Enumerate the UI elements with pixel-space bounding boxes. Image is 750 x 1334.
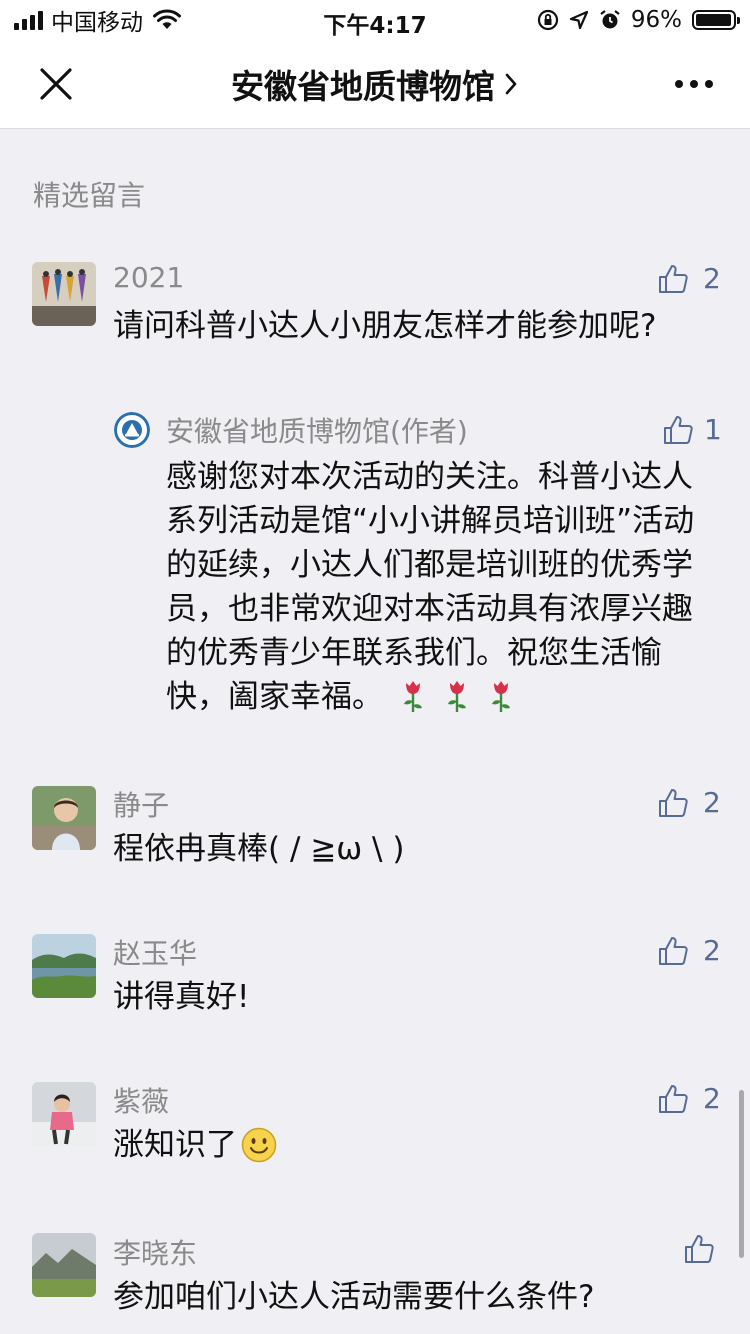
comment-text: 涨知识了 bbox=[113, 1123, 673, 1167]
status-bar: 中国移动 下午4:17 96% bbox=[0, 0, 750, 40]
section-title: 精选留言 bbox=[33, 179, 146, 212]
like-count: 2 bbox=[703, 934, 721, 967]
avatar[interactable] bbox=[32, 1082, 96, 1146]
reply-text: 感谢您对本次活动的关注。科普小达人系列活动是馆“小小讲解员培训班”活动的延续，小… bbox=[166, 455, 711, 719]
thumbs-up-icon bbox=[685, 1235, 714, 1263]
like-button[interactable]: 2 bbox=[657, 262, 721, 295]
scrollbar[interactable] bbox=[739, 1090, 744, 1258]
like-button[interactable]: 2 bbox=[657, 786, 721, 819]
comment-author: 2021 bbox=[113, 261, 185, 294]
nav-title-button[interactable]: 安徽省地质博物馆 bbox=[0, 40, 750, 128]
like-count: 2 bbox=[703, 1082, 721, 1115]
chevron-right-icon bbox=[505, 73, 517, 95]
page-title: 安徽省地质博物馆 bbox=[231, 67, 495, 106]
like-count: 2 bbox=[703, 262, 721, 295]
thumbs-up-icon bbox=[664, 415, 693, 444]
comment-author: 李晓东 bbox=[113, 1237, 198, 1270]
comment-author: 静子 bbox=[113, 789, 170, 822]
rose-emoji-icon bbox=[448, 681, 466, 712]
alarm-icon bbox=[600, 10, 620, 29]
thumbs-up-icon bbox=[659, 936, 688, 965]
like-button[interactable]: 2 bbox=[657, 1082, 721, 1115]
thumbs-up-icon bbox=[659, 788, 688, 817]
comment-text: 请问科普小达人小朋友怎样才能参加呢? bbox=[113, 308, 657, 344]
smiley-emoji-icon bbox=[241, 1127, 277, 1163]
comment-author: 赵玉华 bbox=[113, 937, 198, 970]
thumbs-up-icon bbox=[659, 264, 688, 293]
comment-text-content: 涨知识了 bbox=[113, 1127, 237, 1163]
comment-text: 参加咱们小达人活动需要什么条件? bbox=[113, 1279, 595, 1315]
location-icon bbox=[569, 10, 588, 30]
avatar[interactable] bbox=[32, 1233, 96, 1297]
nav-bar: 安徽省地质博物馆 bbox=[0, 40, 750, 129]
reply-like-button[interactable]: 1 bbox=[662, 413, 722, 446]
avatar[interactable] bbox=[32, 262, 96, 326]
more-icon[interactable] bbox=[674, 78, 714, 90]
rose-emoji-icon bbox=[404, 681, 422, 712]
battery-percent: 96% bbox=[630, 7, 682, 33]
author-avatar bbox=[114, 412, 150, 448]
like-count: 2 bbox=[703, 786, 721, 819]
like-count: 1 bbox=[704, 413, 722, 446]
like-button[interactable] bbox=[683, 1233, 729, 1265]
orientation-lock-icon bbox=[537, 9, 558, 31]
thumbs-up-icon bbox=[659, 1084, 688, 1113]
like-button[interactable]: 2 bbox=[657, 934, 721, 967]
comment-author: 紫薇 bbox=[113, 1085, 170, 1118]
rose-emoji-icon bbox=[492, 681, 510, 712]
comment-text: 讲得真好! bbox=[113, 979, 250, 1015]
reply-author: 安徽省地质博物馆(作者) bbox=[166, 415, 468, 448]
battery-icon bbox=[692, 10, 740, 30]
avatar[interactable] bbox=[32, 786, 96, 850]
avatar[interactable] bbox=[32, 934, 96, 998]
comment-text: 程依冉真棒( / ≧ω \ ) bbox=[113, 831, 405, 867]
reply-text-content: 感谢您对本次活动的关注。科普小达人系列活动是馆“小小讲解员培训班”活动的延续，小… bbox=[166, 459, 695, 715]
